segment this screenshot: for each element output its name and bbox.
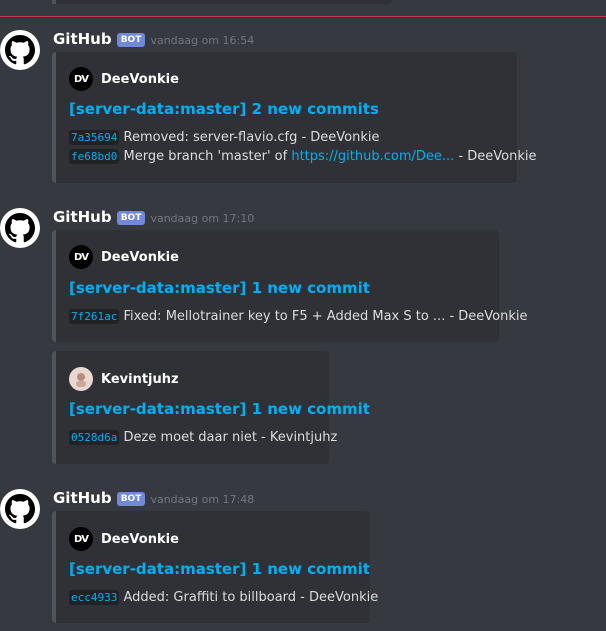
message-header: GitHub BOT vandaag om 16:54 [53, 29, 254, 48]
bot-tag: BOT [116, 33, 146, 47]
message-header: GitHub BOT vandaag om 17:10 [53, 207, 254, 226]
embed-title-link[interactable]: [server-data:master] 2 new commits [69, 100, 379, 118]
embed-title-link[interactable]: [server-data:master] 1 new commit [69, 400, 370, 418]
author-name[interactable]: Kevintjuhz [101, 372, 179, 387]
github-avatar[interactable] [0, 489, 40, 529]
commit-embed: DV DeeVonkie [server-data:master] 2 new … [52, 52, 537, 183]
commit-message: Added: Graffiti to billboard - DeeVonkie [123, 590, 379, 605]
commit-hash[interactable]: ecc4933 [69, 590, 120, 605]
commit-embed: Kevintjuhz [server-data:master] 1 new co… [52, 351, 370, 464]
commit-author: - DeeVonkie [454, 149, 537, 164]
previous-embed-fragment [52, 0, 392, 4]
timestamp: vandaag om 17:10 [150, 212, 255, 225]
username[interactable]: GitHub [53, 30, 112, 48]
bot-tag: BOT [116, 211, 146, 225]
commit-message: Deze moet daar niet - Kevintjuhz [123, 430, 338, 445]
embed-author: DV DeeVonkie [69, 245, 179, 269]
timestamp: vandaag om 16:54 [150, 34, 255, 47]
new-messages-divider [0, 16, 606, 17]
github-icon [5, 35, 35, 65]
user-avatar-image [76, 373, 86, 387]
timestamp: vandaag om 17:48 [150, 493, 255, 506]
commit-line: 7f261ac Fixed: Mellotrainer key to F5 + … [69, 309, 528, 324]
github-icon [5, 494, 35, 524]
embed-title-link[interactable]: [server-data:master] 1 new commit [69, 560, 370, 578]
author-avatar: DV [69, 245, 93, 269]
commit-message: Merge branch 'master' of [123, 149, 292, 164]
github-avatar[interactable] [0, 30, 40, 70]
commit-message: Removed: server-flavio.cfg - DeeVonkie [123, 130, 380, 145]
commit-line: 0528d6a Deze moet daar niet - Kevintjuhz [69, 430, 337, 445]
embed-author: DV DeeVonkie [69, 527, 179, 551]
commit-hash[interactable]: 7f261ac [69, 309, 120, 324]
author-avatar: DV [69, 67, 93, 91]
commit-url-link[interactable]: https://github.com/Dee... [291, 149, 454, 164]
github-icon [5, 213, 35, 243]
commit-embed: DV DeeVonkie [server-data:master] 1 new … [52, 511, 378, 623]
embed-author: DV DeeVonkie [69, 67, 179, 91]
commit-embed: DV DeeVonkie [server-data:master] 1 new … [52, 230, 528, 342]
author-name[interactable]: DeeVonkie [101, 532, 179, 547]
commit-line: 7a35694 Removed: server-flavio.cfg - Dee… [69, 130, 380, 145]
username[interactable]: GitHub [53, 489, 112, 507]
commit-hash[interactable]: 7a35694 [69, 130, 120, 145]
bot-tag: BOT [116, 492, 146, 506]
commit-line: ecc4933 Added: Graffiti to billboard - D… [69, 590, 378, 605]
commit-message: Fixed: Mellotrainer key to F5 + Added Ma… [123, 309, 528, 324]
username[interactable]: GitHub [53, 208, 112, 226]
commit-line: fe68bd0 Merge branch 'master' of https:/… [69, 149, 537, 164]
author-avatar: DV [69, 527, 93, 551]
github-avatar[interactable] [0, 208, 40, 248]
embed-title-link[interactable]: [server-data:master] 1 new commit [69, 279, 370, 297]
author-avatar [69, 367, 93, 391]
commit-hash[interactable]: fe68bd0 [69, 149, 120, 164]
author-name[interactable]: DeeVonkie [101, 72, 179, 87]
embed-author: Kevintjuhz [69, 367, 179, 391]
commit-hash[interactable]: 0528d6a [69, 430, 120, 445]
message-header: GitHub BOT vandaag om 17:48 [53, 488, 254, 507]
author-name[interactable]: DeeVonkie [101, 250, 179, 265]
